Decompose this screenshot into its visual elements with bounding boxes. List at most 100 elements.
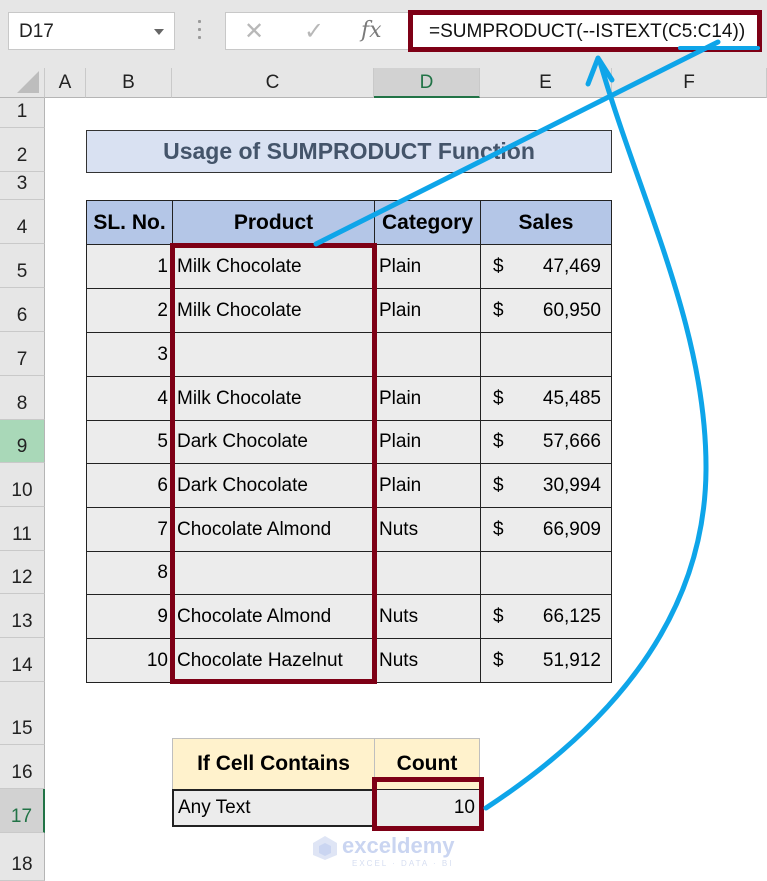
sl-no-cell[interactable]: 9 xyxy=(86,594,173,639)
sales-value: 51,912 xyxy=(542,649,601,671)
column-header-f[interactable]: F xyxy=(612,68,767,98)
product-cell[interactable]: Chocolate Almond xyxy=(172,594,375,639)
sales-cell[interactable]: $51,912 xyxy=(480,638,612,683)
cancel-icon[interactable]: ✕ xyxy=(244,17,264,46)
column-header-b[interactable]: B xyxy=(86,68,172,98)
row-header-5[interactable]: 5 xyxy=(0,244,45,288)
count-cell[interactable]: 10 xyxy=(374,789,480,827)
sales-cell[interactable]: $30,994 xyxy=(480,463,612,508)
sl-no-cell[interactable]: 4 xyxy=(86,376,173,421)
sl-no-cell[interactable]: 7 xyxy=(86,507,173,552)
category-cell[interactable]: Plain xyxy=(374,463,481,508)
column-header-e[interactable]: E xyxy=(480,68,612,98)
header-if-cell-contains[interactable]: If Cell Contains xyxy=(172,738,375,790)
sales-cell[interactable]: $66,125 xyxy=(480,594,612,639)
category-cell[interactable]: Nuts xyxy=(374,594,481,639)
sl-no-cell[interactable]: 10 xyxy=(86,638,173,683)
currency-symbol: $ xyxy=(493,474,504,496)
row-header-11[interactable]: 11 xyxy=(0,507,45,551)
formula-bar-area: D17 ✕ ✓ fx =SUMPRODUCT(--ISTEXT(C5:C14)) xyxy=(0,0,767,68)
product-cell[interactable] xyxy=(172,551,375,595)
sl-no-cell[interactable]: 6 xyxy=(86,463,173,508)
watermark: exceldemy EXCEL · DATA · BI xyxy=(312,833,462,873)
currency-symbol: $ xyxy=(493,649,504,671)
row-header-13[interactable]: 13 xyxy=(0,594,45,638)
category-cell[interactable]: Plain xyxy=(374,244,481,289)
sales-cell[interactable]: $47,469 xyxy=(480,244,612,289)
row-header-7[interactable]: 7 xyxy=(0,332,45,376)
product-cell[interactable]: Milk Chocolate xyxy=(172,376,375,421)
sales-value: 66,125 xyxy=(542,605,601,627)
page-title[interactable]: Usage of SUMPRODUCT Function xyxy=(86,130,612,173)
category-cell[interactable]: Plain xyxy=(374,420,481,464)
sales-value: 47,469 xyxy=(542,255,601,277)
header-sales[interactable]: Sales xyxy=(480,200,612,245)
row-header-1[interactable]: 1 xyxy=(0,98,45,128)
category-cell[interactable]: Nuts xyxy=(374,507,481,552)
formula-buttons: ✕ ✓ fx xyxy=(225,12,415,50)
currency-symbol: $ xyxy=(493,255,504,277)
sales-cell[interactable] xyxy=(480,551,612,595)
row-header-16[interactable]: 16 xyxy=(0,745,45,789)
sl-no-cell[interactable]: 2 xyxy=(86,288,173,333)
header-sl-no[interactable]: SL. No. xyxy=(86,200,173,245)
sl-no-cell[interactable]: 8 xyxy=(86,551,173,595)
product-cell[interactable]: Chocolate Almond xyxy=(172,507,375,552)
sl-no-cell[interactable]: 1 xyxy=(86,244,173,289)
criteria-cell[interactable]: Any Text xyxy=(172,789,375,827)
category-cell[interactable]: Nuts xyxy=(374,638,481,683)
currency-symbol: $ xyxy=(493,518,504,540)
row-header-4[interactable]: 4 xyxy=(0,200,45,244)
row-header-15[interactable]: 15 xyxy=(0,682,45,745)
product-cell[interactable]: Dark Chocolate xyxy=(172,420,375,464)
header-product[interactable]: Product xyxy=(172,200,375,245)
sales-cell[interactable]: $57,666 xyxy=(480,420,612,464)
row-header-18[interactable]: 18 xyxy=(0,833,45,881)
row-header-3[interactable]: 3 xyxy=(0,172,45,200)
row-header-2[interactable]: 2 xyxy=(0,128,45,172)
column-header-c[interactable]: C xyxy=(172,68,374,98)
formula-input[interactable]: =SUMPRODUCT(--ISTEXT(C5:C14)) xyxy=(408,10,762,52)
currency-symbol: $ xyxy=(493,605,504,627)
sales-value: 66,909 xyxy=(542,518,601,540)
name-box[interactable]: D17 xyxy=(8,12,175,50)
select-all-button[interactable] xyxy=(0,68,45,98)
category-cell[interactable]: Plain xyxy=(374,288,481,333)
row-header-12[interactable]: 12 xyxy=(0,551,45,594)
sl-no-cell[interactable]: 3 xyxy=(86,332,173,377)
product-cell[interactable]: Milk Chocolate xyxy=(172,288,375,333)
row-header-8[interactable]: 8 xyxy=(0,376,45,420)
drag-handle-icon[interactable] xyxy=(198,20,202,44)
exceldemy-logo-icon xyxy=(313,836,337,860)
column-header-d[interactable]: D xyxy=(374,68,480,98)
product-cell[interactable]: Dark Chocolate xyxy=(172,463,375,508)
product-cell[interactable]: Chocolate Hazelnut xyxy=(172,638,375,683)
product-cell[interactable]: Milk Chocolate xyxy=(172,244,375,289)
formula-text: =SUMPRODUCT(--ISTEXT(C5:C14)) xyxy=(429,21,746,42)
sales-value: 45,485 xyxy=(542,387,601,409)
insert-function-icon[interactable]: fx xyxy=(361,18,382,43)
product-cell[interactable] xyxy=(172,332,375,377)
sales-cell[interactable]: $60,950 xyxy=(480,288,612,333)
row-header-14[interactable]: 14 xyxy=(0,638,45,682)
category-cell[interactable]: Plain xyxy=(374,376,481,421)
row-header-17[interactable]: 17 xyxy=(0,789,45,833)
header-count[interactable]: Count xyxy=(374,738,480,790)
chevron-down-icon[interactable] xyxy=(154,29,164,35)
row-header-6[interactable]: 6 xyxy=(0,288,45,332)
row-header-10[interactable]: 10 xyxy=(0,463,45,507)
watermark-name: exceldemy xyxy=(342,833,455,858)
sl-no-cell[interactable]: 5 xyxy=(86,420,173,464)
row-header-9[interactable]: 9 xyxy=(0,420,45,463)
currency-symbol: $ xyxy=(493,431,504,452)
currency-symbol: $ xyxy=(493,299,504,321)
sales-cell[interactable]: $45,485 xyxy=(480,376,612,421)
category-cell[interactable] xyxy=(374,332,481,377)
header-category[interactable]: Category xyxy=(374,200,481,245)
category-cell[interactable] xyxy=(374,551,481,595)
watermark-tagline: EXCEL · DATA · BI xyxy=(352,859,454,868)
enter-icon[interactable]: ✓ xyxy=(304,17,324,46)
sales-cell[interactable]: $66,909 xyxy=(480,507,612,552)
sales-cell[interactable] xyxy=(480,332,612,377)
column-header-a[interactable]: A xyxy=(45,68,86,98)
